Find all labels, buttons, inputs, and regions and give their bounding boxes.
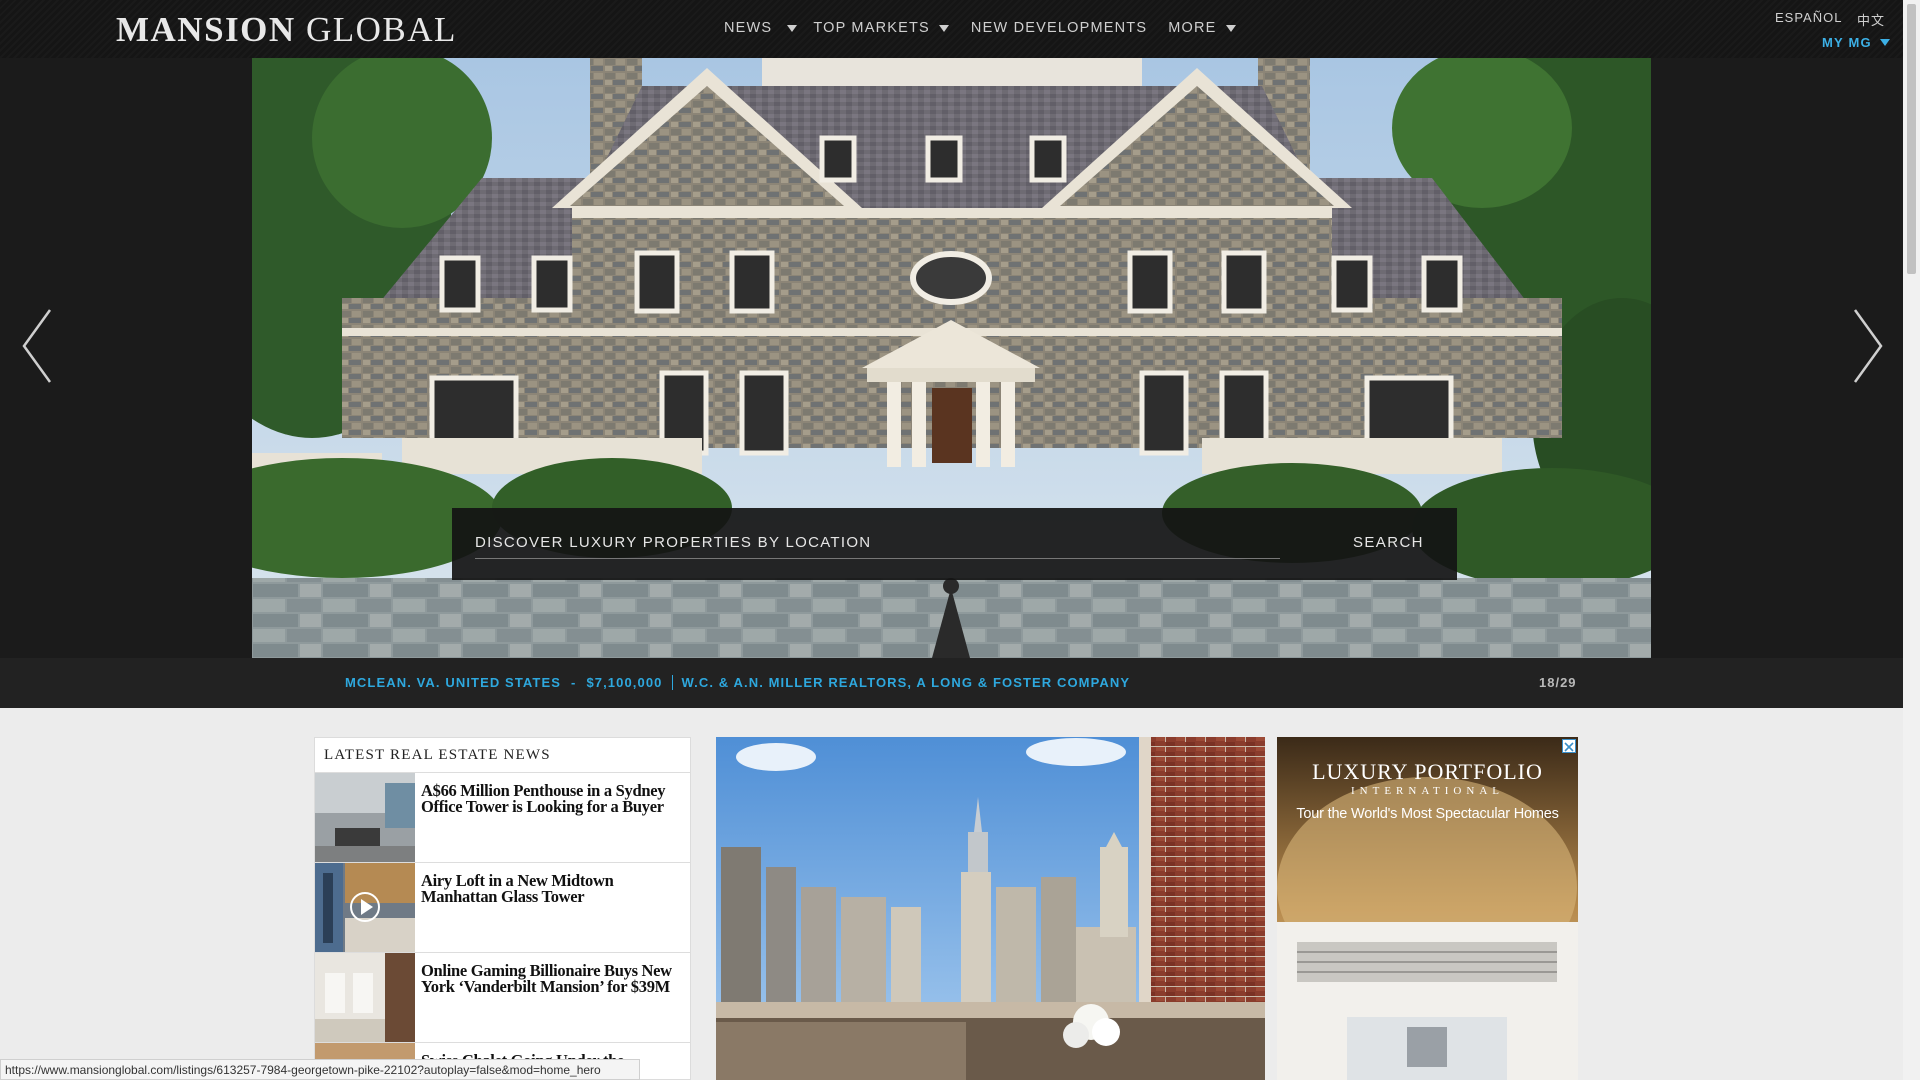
vertical-scrollbar[interactable]	[1903, 0, 1920, 1080]
luxury-portfolio-ad[interactable]: LUXURY PORTFOLIO INTERNATIONAL Tour the …	[1277, 737, 1578, 1080]
my-mg-menu[interactable]: MY MG	[1822, 35, 1890, 50]
caption-dash: -	[571, 675, 577, 690]
nav-new-developments-label: NEW DEVELOPMENTS	[970, 20, 1148, 36]
listing-price: $7,100,000	[586, 675, 663, 690]
logo-word-global: GLOBAL	[295, 10, 457, 49]
news-item[interactable]: Online Gaming Billionaire Buys New York …	[315, 953, 690, 1043]
news-item[interactable]: Airy Loft in a New Midtown Manhattan Gla…	[315, 863, 690, 953]
caret-down-icon	[1879, 39, 1890, 46]
listing-agency: W.C. & A.N. MILLER REALTORS, A LONG & FO…	[681, 675, 1131, 690]
news-thumbnail	[315, 773, 415, 862]
manhattan-terrace-photo	[716, 737, 1265, 1080]
news-item-title: Online Gaming Billionaire Buys New York …	[421, 961, 672, 996]
hero-caption-bar: MCLEAN. VA. UNITED STATES - $7,100,000 W…	[0, 658, 1903, 708]
my-mg-label: MY MG	[1822, 35, 1872, 50]
nav-news[interactable]: NEWS	[724, 20, 798, 36]
location-search-input[interactable]	[475, 531, 1280, 559]
chevron-left-icon	[22, 309, 52, 383]
news-thumbnail	[315, 953, 415, 1042]
logo-word-mansion: MANSION	[116, 10, 296, 49]
ad-brand-line2: INTERNATIONAL	[1351, 785, 1504, 797]
location-search-panel: SEARCH	[452, 508, 1457, 580]
language-chinese-link[interactable]: 中文	[1857, 10, 1885, 29]
news-thumbnail	[315, 863, 415, 952]
news-item[interactable]: A$66 Million Penthouse in a Sydney Offic…	[315, 773, 690, 863]
site-header: MANSION GLOBAL NEWS TOP MARKETS NEW DEVE…	[0, 0, 1903, 58]
listing-location: MCLEAN. VA. UNITED STATES	[345, 675, 561, 690]
close-icon	[1564, 742, 1574, 752]
scrollbar-thumb[interactable]	[1907, 4, 1916, 274]
site-logo[interactable]: MANSION GLOBAL	[116, 10, 457, 50]
caret-down-icon	[787, 24, 798, 32]
nav-top-markets-label: TOP MARKETS	[813, 20, 930, 36]
browser-status-url: https://www.mansionglobal.com/listings/6…	[0, 1059, 640, 1080]
caret-down-icon	[938, 24, 949, 32]
penthouse-thumbnail-image	[315, 773, 415, 862]
search-button[interactable]: SEARCH	[1353, 534, 1424, 551]
carousel-prev-button[interactable]	[18, 306, 58, 386]
ad-close-button[interactable]	[1562, 739, 1576, 753]
carousel-next-button[interactable]	[1847, 306, 1887, 386]
news-item-title: A$66 Million Penthouse in a Sydney Offic…	[421, 781, 666, 816]
main-nav: NEWS TOP MARKETS NEW DEVELOPMENTS MORE	[724, 20, 1236, 36]
listing-caption[interactable]: MCLEAN. VA. UNITED STATES - $7,100,000 W…	[345, 675, 1130, 690]
mansion-interior-thumbnail-image	[315, 953, 415, 1042]
caption-divider	[671, 675, 673, 690]
latest-news-heading: LATEST REAL ESTATE NEWS	[315, 738, 690, 773]
caret-down-icon	[1225, 24, 1236, 32]
language-espanol-link[interactable]: ESPAÑOL	[1775, 10, 1842, 25]
nav-top-markets[interactable]: TOP MARKETS	[813, 20, 949, 36]
nav-new-developments[interactable]: NEW DEVELOPMENTS	[971, 20, 1147, 36]
news-item-title: Airy Loft in a New Midtown Manhattan Gla…	[421, 871, 614, 906]
chevron-right-icon	[1853, 309, 1883, 383]
ad-tagline: Tour the World's Most Spectacular Homes	[1296, 806, 1559, 822]
hero-carousel: SEARCH	[0, 58, 1903, 658]
latest-news-panel: LATEST REAL ESTATE NEWS A$66 Million Pen…	[314, 737, 691, 1080]
nav-more[interactable]: MORE	[1168, 20, 1236, 36]
featured-story-image[interactable]	[716, 737, 1265, 1080]
slide-counter: 18/29	[1539, 675, 1577, 690]
ad-brand-line1: LUXURY PORTFOLIO	[1312, 759, 1543, 784]
nav-more-label: MORE	[1168, 20, 1217, 36]
loft-video-thumbnail-image	[315, 863, 415, 952]
nav-news-label: NEWS	[724, 20, 773, 36]
